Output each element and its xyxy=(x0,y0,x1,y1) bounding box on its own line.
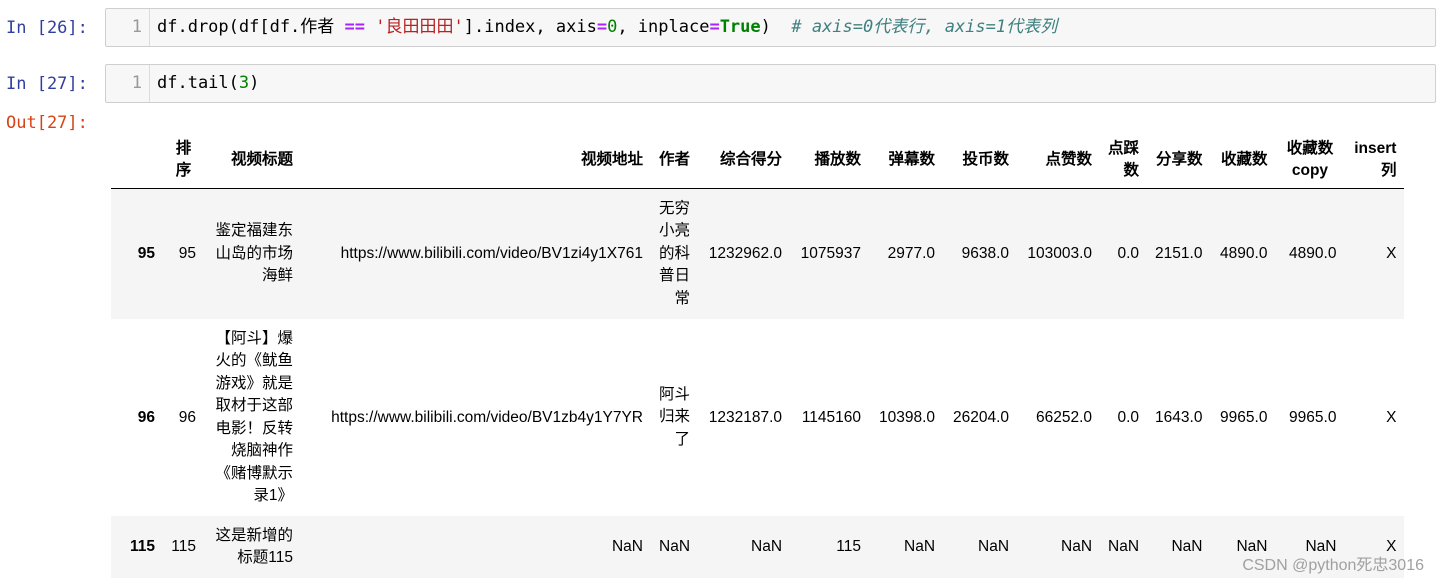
table-row: 95 95 鉴定福建东山岛的市场海鲜 https://www.bilibili.… xyxy=(111,188,1405,319)
input-prompt-26: In [26]: xyxy=(6,18,88,38)
table-row: 115 115 这是新增的标题115 NaN NaN NaN 115 NaN N… xyxy=(111,516,1405,578)
cell-danmaku: 10398.0 xyxy=(869,319,944,516)
code-token: ) xyxy=(249,73,260,93)
column-header-favorites: 收藏数 xyxy=(1210,132,1276,189)
cell-shares: NaN xyxy=(1147,516,1211,578)
cell-shares: 2151.0 xyxy=(1147,188,1211,319)
cell-url: NaN xyxy=(301,516,651,578)
cell-plays: 1075937 xyxy=(790,188,870,319)
cell-coins: NaN xyxy=(943,516,1018,578)
cell-rank: 95 xyxy=(163,188,204,319)
cell-author: 阿斗归来了 xyxy=(651,319,699,516)
cell-rank: 96 xyxy=(163,319,204,516)
row-index: 96 xyxy=(111,319,163,516)
cell-likes: 103003.0 xyxy=(1017,188,1101,319)
dataframe-table: 排序 视频标题 视频地址 作者 综合得分 播放数 弹幕数 投币数 点赞数 点踩数… xyxy=(111,132,1405,578)
dataframe-output: 排序 视频标题 视频地址 作者 综合得分 播放数 弹幕数 投币数 点赞数 点踩数… xyxy=(111,132,1405,578)
code-string: '良田田田' xyxy=(375,17,464,37)
code-operator: == xyxy=(344,17,366,37)
cell-likes: 66252.0 xyxy=(1017,319,1101,516)
code-operator: = xyxy=(596,17,608,37)
cell-url: https://www.bilibili.com/video/BV1zb4y1Y… xyxy=(301,319,651,516)
cell-author: 无穷小亮的科普日常 xyxy=(651,188,699,319)
column-header-danmaku: 弹幕数 xyxy=(869,132,944,189)
code-token: ) xyxy=(760,17,792,37)
column-header-favorites-copy: 收藏数 copy xyxy=(1275,132,1345,189)
cell-title: 这是新增的标题115 xyxy=(204,516,301,578)
column-header-score: 综合得分 xyxy=(698,132,791,189)
column-header-url: 视频地址 xyxy=(301,132,651,189)
cell-score: 1232187.0 xyxy=(698,319,791,516)
cell-dislikes: 0.0 xyxy=(1100,319,1148,516)
cell-favorites-copy: 9965.0 xyxy=(1275,319,1345,516)
cell-plays: 115 xyxy=(790,516,870,578)
column-header-likes: 点赞数 xyxy=(1017,132,1101,189)
code-token: ].index, axis xyxy=(463,17,597,37)
cell-favorites: 4890.0 xyxy=(1210,188,1276,319)
column-header-rank: 排序 xyxy=(163,132,204,189)
line-number: 1 xyxy=(106,65,150,102)
column-header-coins: 投币数 xyxy=(943,132,1018,189)
code-token: , inplace xyxy=(617,17,710,37)
cell-shares: 1643.0 xyxy=(1147,319,1211,516)
cell-danmaku: 2977.0 xyxy=(869,188,944,319)
code-number: 0 xyxy=(607,17,618,37)
line-number: 1 xyxy=(106,9,150,46)
cell-score: NaN xyxy=(698,516,791,578)
code-token: df.tail( xyxy=(157,73,239,93)
column-header-title: 视频标题 xyxy=(204,132,301,189)
code-cell-27[interactable]: 1 df.tail(3) xyxy=(105,64,1436,103)
column-header-index xyxy=(111,132,163,189)
cell-favorites-copy: 4890.0 xyxy=(1275,188,1345,319)
cell-author: NaN xyxy=(651,516,699,578)
code-token: df.drop(df[df.作者 xyxy=(157,17,345,37)
cell-insert: X xyxy=(1344,319,1405,516)
table-row: 96 96 【阿斗】爆火的《鱿鱼游戏》就是取材于这部电影！反转烧脑神作《赌博默示… xyxy=(111,319,1405,516)
cell-coins: 9638.0 xyxy=(943,188,1018,319)
cell-danmaku: NaN xyxy=(869,516,944,578)
cell-likes: NaN xyxy=(1017,516,1101,578)
input-prompt-27: In [27]: xyxy=(6,74,88,94)
cell-title: 鉴定福建东山岛的市场海鲜 xyxy=(204,188,301,319)
row-index: 115 xyxy=(111,516,163,578)
column-header-dislikes: 点踩数 xyxy=(1100,132,1148,189)
column-header-author: 作者 xyxy=(651,132,699,189)
code-operator: = xyxy=(709,17,720,37)
cell-dislikes: NaN xyxy=(1100,516,1148,578)
cell-favorites: 9965.0 xyxy=(1210,319,1276,516)
code-line[interactable]: df.tail(3) xyxy=(157,65,259,102)
cell-coins: 26204.0 xyxy=(943,319,1018,516)
column-header-plays: 播放数 xyxy=(790,132,870,189)
code-comment: # axis=0代表行, axis=1代表列 xyxy=(791,17,1058,37)
output-prompt-27: Out[27]: xyxy=(6,113,88,133)
column-header-insert: insert 列 xyxy=(1344,132,1405,189)
column-header-shares: 分享数 xyxy=(1147,132,1211,189)
cell-insert: X xyxy=(1344,188,1405,319)
table-header-row: 排序 视频标题 视频地址 作者 综合得分 播放数 弹幕数 投币数 点赞数 点踩数… xyxy=(111,132,1405,189)
code-cell-26[interactable]: 1 df.drop(df[df.作者 == '良田田田'].index, axi… xyxy=(105,8,1436,47)
cell-score: 1232962.0 xyxy=(698,188,791,319)
cell-plays: 1145160 xyxy=(790,319,870,516)
cell-dislikes: 0.0 xyxy=(1100,188,1148,319)
cell-title: 【阿斗】爆火的《鱿鱼游戏》就是取材于这部电影！反转烧脑神作《赌博默示录1》 xyxy=(204,319,301,516)
watermark: CSDN @python死忠3016 xyxy=(1242,557,1424,574)
cell-rank: 115 xyxy=(163,516,204,578)
code-boolean: True xyxy=(719,17,761,37)
cell-url: https://www.bilibili.com/video/BV1zi4y1X… xyxy=(301,188,651,319)
code-line[interactable]: df.drop(df[df.作者 == '良田田田'].index, axis=… xyxy=(157,9,1057,46)
row-index: 95 xyxy=(111,188,163,319)
code-number: 3 xyxy=(238,73,250,93)
